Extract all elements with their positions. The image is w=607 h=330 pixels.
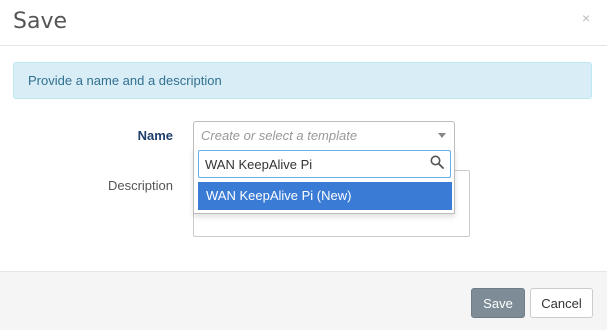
dropdown-option[interactable]: WAN KeepAlive Pi (New) [198, 182, 452, 210]
search-icon [430, 155, 444, 169]
chevron-down-icon[interactable] [438, 133, 446, 138]
dialog-header: Save × [0, 0, 607, 46]
name-label: Name [137, 128, 173, 143]
save-button[interactable]: Save [471, 288, 525, 318]
description-label: Description [107, 178, 173, 193]
name-dropdown: WAN KeepAlive Pi (New) [193, 148, 455, 214]
dialog-footer: Save Cancel [0, 271, 607, 330]
alert-text: Provide a name and a description [28, 73, 222, 88]
cancel-button[interactable]: Cancel [530, 288, 593, 318]
name-select-placeholder: Create or select a template [201, 128, 358, 143]
dialog-title: Save [13, 9, 68, 34]
name-select[interactable]: Create or select a template [193, 121, 455, 149]
template-search-input[interactable] [198, 150, 451, 178]
close-icon[interactable]: × [582, 11, 594, 25]
info-alert: Provide a name and a description [13, 62, 592, 99]
